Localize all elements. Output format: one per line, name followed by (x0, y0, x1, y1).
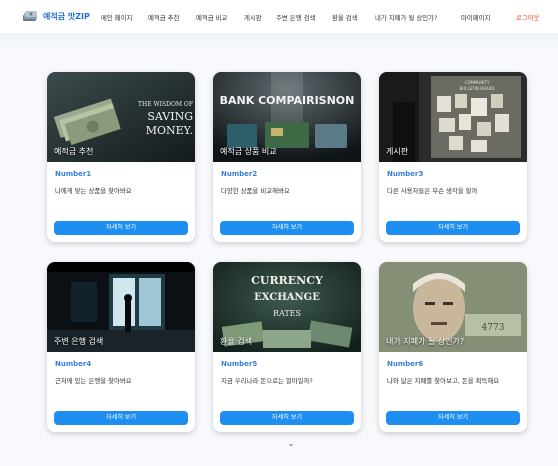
svg-text:EXCHANGE: EXCHANGE (254, 292, 320, 303)
card-number: Number6 (387, 360, 424, 368)
svg-text:BANK COMPAIRISNON: BANK COMPAIRISNON (220, 94, 355, 107)
card-savings-recommend[interactable]: THE WISDOM OF SAVING MONEY. 예적금 추천 Numbe… (47, 72, 195, 242)
site-logo[interactable]: 예적금 맛ZIP (22, 10, 90, 22)
card-description: 다른 사용자들은 무슨 생각을 할까 (387, 187, 478, 195)
card-image-caption: 환율 검색 (220, 337, 252, 346)
svg-text:MONEY.: MONEY. (146, 124, 193, 137)
card-image: BANK COMPAIRISNON 예적금 상품 비교 (213, 72, 361, 162)
card-description: 근처에 있는 은행을 찾아봐요 (55, 377, 132, 385)
card-number: Number4 (55, 360, 92, 368)
card-detail-button[interactable]: 자세히 보기 (386, 411, 520, 425)
chevron-down-icon[interactable]: ⌄ (284, 438, 298, 448)
card-image: 주변 은행 검색 (47, 262, 195, 352)
card-image-caption: 내가 지폐가 될 상인가? (386, 337, 465, 346)
svg-text:CURRENCY: CURRENCY (251, 274, 323, 287)
card-image-caption: 주변 은행 검색 (54, 337, 104, 346)
card-image-caption: 게시판 (386, 147, 409, 156)
card-image-caption: 예적금 추천 (54, 147, 94, 156)
card-image: COMMUNITY BULLETIN BOARD 게시판 (379, 72, 527, 162)
svg-text:SAVING: SAVING (147, 110, 193, 123)
nav-savings-recommend[interactable]: 예적금 추천 (148, 13, 179, 22)
nav-board[interactable]: 게시판 (244, 13, 262, 22)
card-description: 나와 닮은 지폐를 찾아보고, 돈을 획득해요 (387, 377, 500, 385)
nav-savings-compare[interactable]: 예적금 비교 (196, 13, 227, 22)
nav-main-page[interactable]: 메인 페이지 (101, 13, 132, 22)
nav-exchange-rate[interactable]: 환율 검색 (332, 13, 358, 22)
card-detail-button[interactable]: 자세히 보기 (54, 221, 188, 235)
svg-text:RATES: RATES (273, 309, 301, 318)
card-number: Number1 (55, 170, 92, 178)
card-detail-button[interactable]: 자세히 보기 (54, 411, 188, 425)
card-description: 나에게 맞는 상품을 찾아봐요 (55, 187, 132, 195)
svg-text:4773: 4773 (482, 323, 505, 333)
card-image: 4773 내가 지폐가 될 상인가? (379, 262, 527, 352)
nav-banknote-lookalike[interactable]: 내가 지폐가 될 상인가? (375, 13, 437, 22)
card-image-caption: 예적금 상품 비교 (220, 147, 277, 156)
card-number: Number5 (221, 360, 258, 368)
card-number: Number2 (221, 170, 258, 178)
card-exchange-rate[interactable]: CURRENCY EXCHANGE RATES 환율 검색 Number5 지금… (213, 262, 361, 432)
top-navbar: 예적금 맛ZIP 메인 페이지 예적금 추천 예적금 비교 게시판 주변 은행 … (0, 0, 558, 34)
card-detail-button[interactable]: 자세히 보기 (386, 221, 520, 235)
header-band (0, 34, 558, 50)
card-banknote-lookalike[interactable]: 4773 내가 지폐가 될 상인가? Number6 나와 닮은 지폐를 찾아보… (379, 262, 527, 432)
card-image: CURRENCY EXCHANGE RATES 환율 검색 (213, 262, 361, 352)
money-stack-icon (23, 11, 37, 21)
card-nearby-bank[interactable]: 주변 은행 검색 Number4 근처에 있는 은행을 찾아봐요 자세히 보기 (47, 262, 195, 432)
card-detail-button[interactable]: 자세히 보기 (220, 221, 354, 235)
logo-text: 예적금 맛ZIP (43, 11, 90, 21)
card-description: 다양한 상품을 비교해봐요 (221, 187, 290, 195)
nav-logout[interactable]: 로그아웃 (516, 13, 540, 22)
svg-text:BULLETIN BOARD: BULLETIN BOARD (460, 86, 495, 91)
nav-mypage[interactable]: 마이페이지 (461, 13, 490, 22)
card-description: 지금 우리나라 돈으로는 얼마일까? (221, 377, 313, 385)
card-detail-button[interactable]: 자세히 보기 (220, 411, 354, 425)
card-board[interactable]: COMMUNITY BULLETIN BOARD 게시판 Number3 다른 … (379, 72, 527, 242)
svg-text:COMMUNITY: COMMUNITY (465, 80, 490, 85)
card-number: Number3 (387, 170, 424, 178)
svg-text:THE WISDOM OF: THE WISDOM OF (138, 101, 193, 108)
nav-nearby-bank[interactable]: 주변 은행 검색 (276, 13, 315, 22)
card-product-compare[interactable]: BANK COMPAIRISNON 예적금 상품 비교 Number2 다양한 … (213, 72, 361, 242)
card-image: THE WISDOM OF SAVING MONEY. 예적금 추천 (47, 72, 195, 162)
